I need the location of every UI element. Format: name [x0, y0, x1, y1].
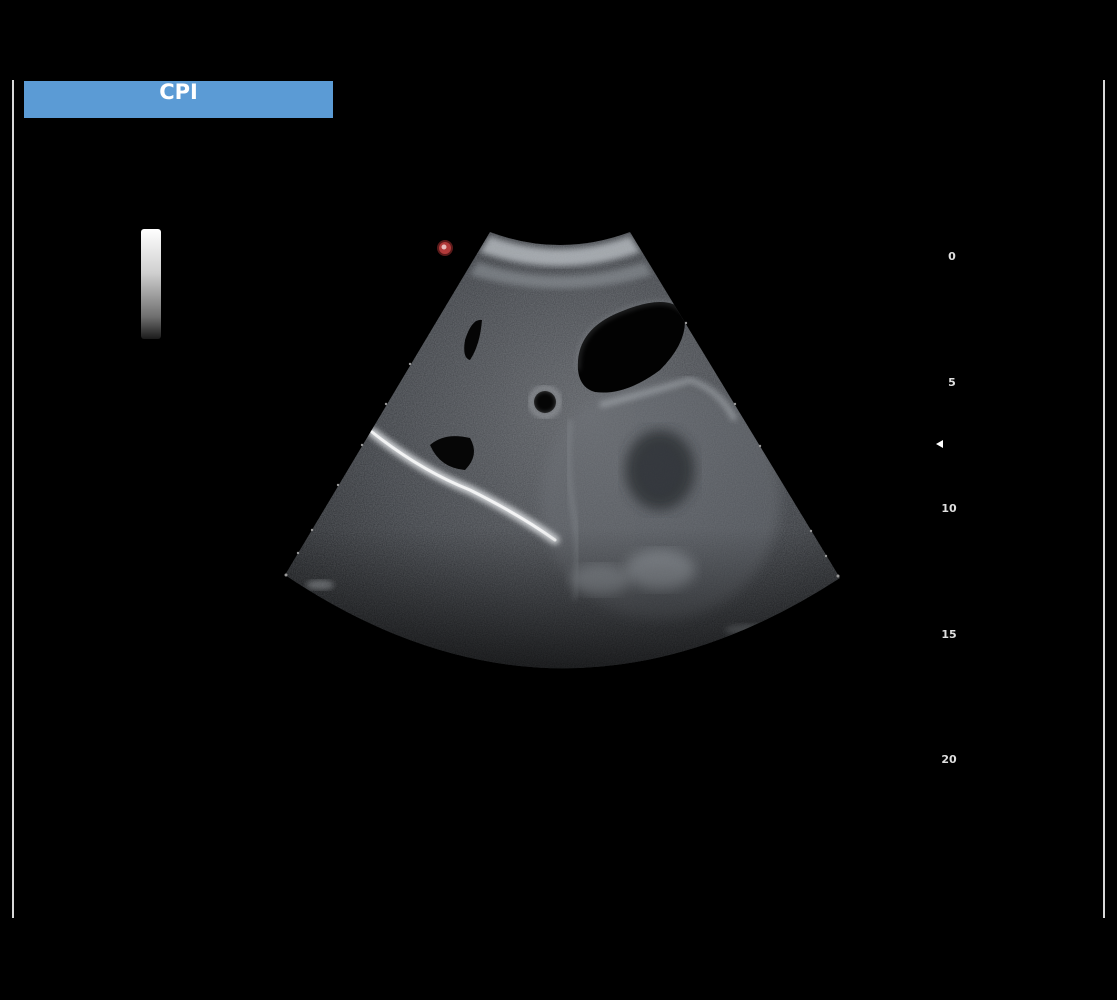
ultrasound-viewer: CPI 0 5 10 15 20	[0, 0, 1117, 1000]
depth-label-20: 20	[941, 753, 957, 766]
focus-marker-icon	[936, 440, 943, 448]
probe-orientation-dot-icon	[437, 240, 453, 256]
ultrasound-sector	[285, 232, 840, 669]
depth-label-0: 0	[948, 250, 956, 263]
depth-label-5: 5	[948, 376, 956, 389]
depth-scale: 0 5 10 15 20	[930, 240, 970, 800]
depth-label-15: 15	[941, 628, 957, 641]
depth-label-10: 10	[941, 502, 957, 515]
